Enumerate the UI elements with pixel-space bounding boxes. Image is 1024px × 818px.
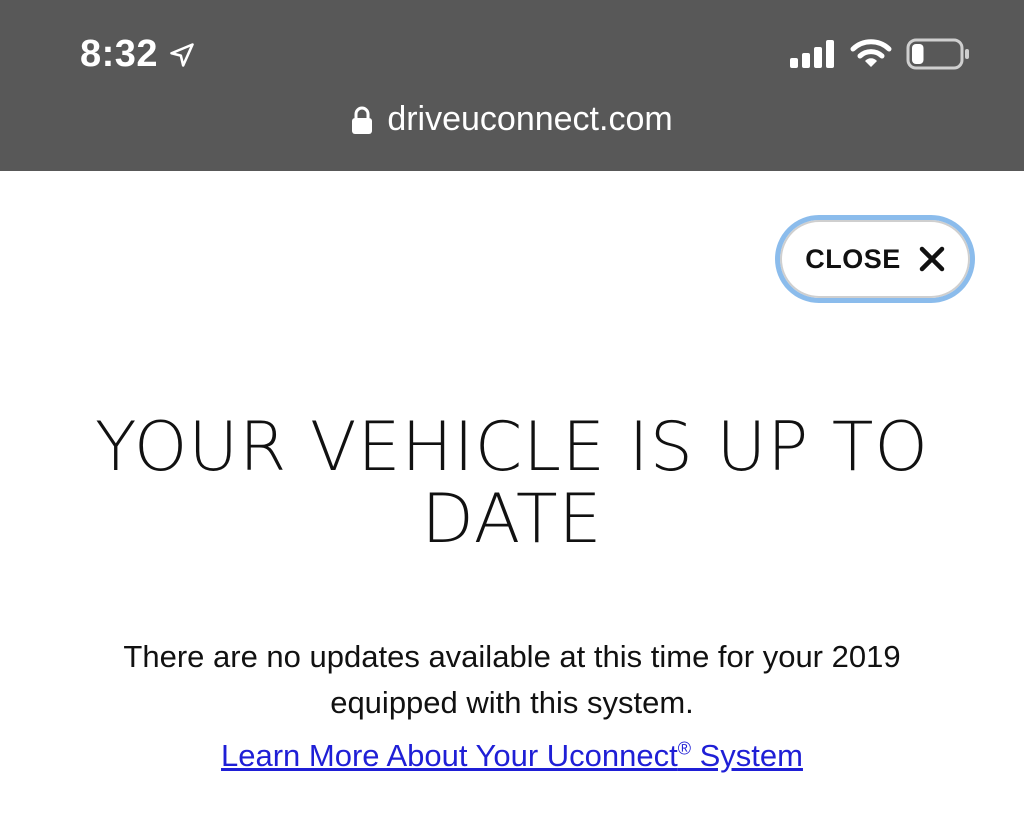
page-title: YOUR VEHICLE IS UP TO DATE bbox=[95, 408, 929, 559]
close-button[interactable]: CLOSE bbox=[775, 215, 975, 303]
lock-icon bbox=[352, 106, 373, 134]
close-icon bbox=[919, 246, 944, 272]
location-arrow-icon bbox=[170, 42, 194, 67]
status-indicators bbox=[790, 38, 970, 70]
wifi-icon bbox=[850, 39, 892, 67]
battery-icon bbox=[906, 38, 969, 70]
update-message: There are no updates available at this t… bbox=[123, 639, 901, 720]
address-domain: driveuconnect.com bbox=[387, 100, 673, 138]
registered-mark: ® bbox=[677, 739, 691, 759]
status-time-group: 8:32 bbox=[80, 33, 196, 76]
browser-top-bar: 8:32 driveuconnect.com bbox=[0, 0, 1024, 171]
close-button-label: CLOSE bbox=[805, 243, 901, 274]
status-time: 8:32 bbox=[80, 33, 159, 75]
address-bar[interactable]: driveuconnect.com bbox=[0, 100, 1024, 139]
learn-more-link-text: Learn More About Your Uconnect bbox=[221, 738, 678, 774]
learn-more-link-suffix: System bbox=[691, 738, 803, 774]
learn-more-link[interactable]: Learn More About Your Uconnect® System bbox=[221, 738, 803, 773]
cellular-signal-icon bbox=[790, 40, 834, 68]
update-message-block: There are no updates available at this t… bbox=[60, 634, 964, 779]
